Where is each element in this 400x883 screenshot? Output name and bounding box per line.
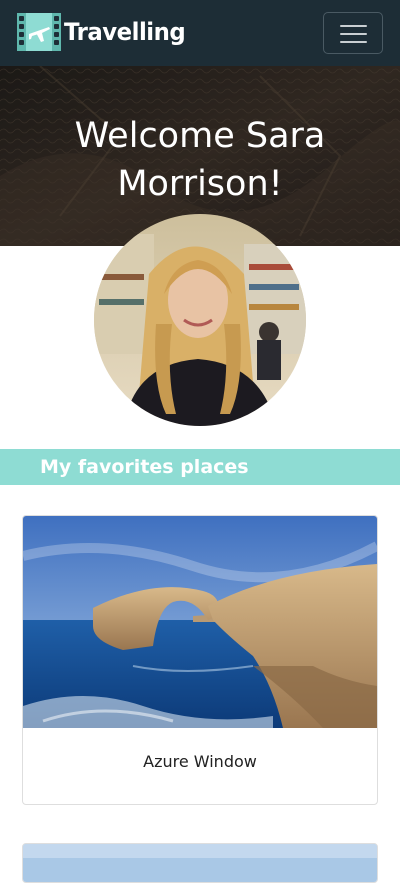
welcome-title: Welcome Sara Morrison! xyxy=(74,116,326,204)
film-airplane-logo-icon xyxy=(17,13,61,51)
brand-link[interactable]: Travelling xyxy=(16,12,192,52)
place-card[interactable]: Azure Window xyxy=(22,515,378,805)
profile-photo xyxy=(94,214,306,426)
brand-name: Travelling xyxy=(64,18,186,46)
navbar: Travelling xyxy=(0,0,400,66)
place-image xyxy=(23,844,377,882)
profile-avatar xyxy=(94,214,306,426)
place-name: Azure Window xyxy=(143,752,257,771)
place-card[interactable] xyxy=(22,843,378,883)
menu-toggle-button[interactable] xyxy=(323,12,383,54)
place-image xyxy=(23,516,377,728)
favorites-section-title: My favorites places xyxy=(40,456,249,478)
favorites-section-header: My favorites places xyxy=(0,449,400,485)
